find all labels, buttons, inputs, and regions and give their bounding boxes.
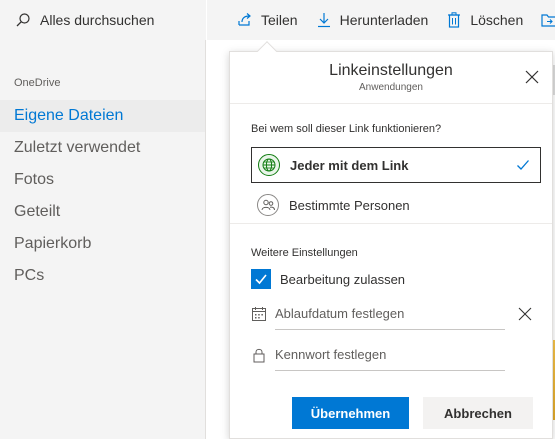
globe-icon xyxy=(258,154,280,176)
sidebar-item-zuletzt-verwendet[interactable]: Zuletzt verwendet xyxy=(0,132,205,164)
share-button[interactable]: Teilen xyxy=(237,0,298,40)
people-icon xyxy=(257,194,279,216)
move-folder-icon xyxy=(541,12,555,28)
move-button[interactable]: V xyxy=(541,0,555,40)
option-anyone-label: Jeder mit dem Link xyxy=(290,157,409,173)
expiry-date-input[interactable] xyxy=(275,298,505,330)
download-label: Herunterladen xyxy=(339,12,429,28)
option-specific-people[interactable]: Bestimmte Personen xyxy=(251,187,541,223)
section-divider xyxy=(230,223,552,224)
left-navigation: Alles durchsuchen OneDrive Eigene Dateie… xyxy=(0,0,206,439)
share-icon xyxy=(237,12,253,28)
command-bar: Teilen Herunterladen Löschen V xyxy=(207,0,555,40)
download-icon xyxy=(316,12,332,28)
lock-icon xyxy=(251,347,267,363)
option-anyone-with-link[interactable]: Jeder mit dem Link xyxy=(251,147,541,183)
delete-label: Löschen xyxy=(470,12,524,28)
dialog-subtitle: Anwendungen xyxy=(359,82,423,93)
onedrive-section-title: OneDrive xyxy=(14,77,61,89)
search-icon xyxy=(16,13,30,27)
checkmark-icon xyxy=(516,158,530,172)
apply-button[interactable]: Übernehmen xyxy=(292,397,409,429)
password-input[interactable] xyxy=(275,339,505,371)
close-icon[interactable] xyxy=(524,69,540,85)
cancel-button[interactable]: Abbrechen xyxy=(423,397,533,429)
option-specific-label: Bestimmte Personen xyxy=(289,197,410,213)
trash-icon xyxy=(446,12,462,28)
sidebar-item-eigene-dateien[interactable]: Eigene Dateien xyxy=(0,100,205,132)
more-settings-title: Weitere Einstellungen xyxy=(251,247,358,259)
download-button[interactable]: Herunterladen xyxy=(316,0,429,40)
clear-expiry-icon[interactable] xyxy=(517,306,533,322)
sidebar-item-pcs[interactable]: PCs xyxy=(0,260,205,292)
allow-edit-checkbox[interactable] xyxy=(251,269,271,289)
share-label: Teilen xyxy=(261,12,298,28)
audience-question: Bei wem soll dieser Link funktionieren? xyxy=(251,123,442,135)
calendar-icon xyxy=(251,306,267,322)
delete-button[interactable]: Löschen xyxy=(446,0,523,40)
allow-edit-label: Bearbeitung zulassen xyxy=(280,271,406,287)
password-row xyxy=(251,339,533,371)
dialog-title: Linkeinstellungen xyxy=(329,62,453,79)
sidebar-item-fotos[interactable]: Fotos xyxy=(0,164,205,196)
sidebar-nav: Eigene Dateien Zuletzt verwendet Fotos G… xyxy=(0,100,205,292)
link-settings-dialog: Linkeinstellungen Anwendungen Bei wem so… xyxy=(229,51,553,439)
sidebar-item-papierkorb[interactable]: Papierkorb xyxy=(0,228,205,260)
search-box[interactable]: Alles durchsuchen xyxy=(0,0,206,40)
expiry-date-row xyxy=(251,298,533,330)
sidebar-item-geteilt[interactable]: Geteilt xyxy=(0,196,205,228)
allow-edit-checkbox-row[interactable]: Bearbeitung zulassen xyxy=(251,269,405,289)
search-label: Alles durchsuchen xyxy=(40,12,155,28)
dialog-header: Linkeinstellungen Anwendungen xyxy=(230,52,552,104)
